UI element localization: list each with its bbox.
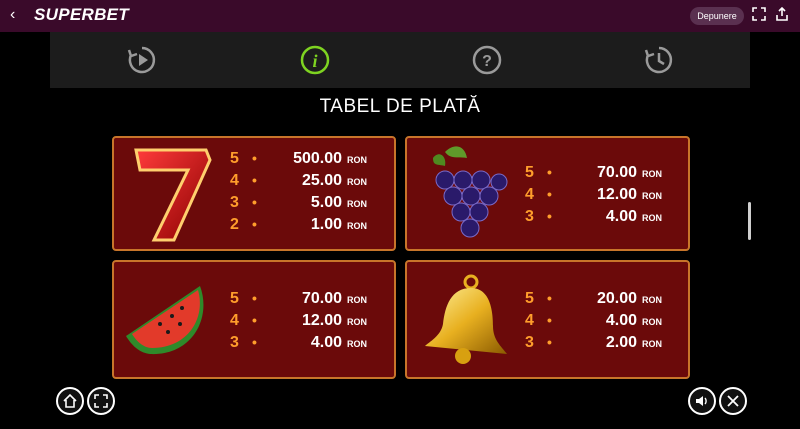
watermelon-icon [126, 286, 204, 355]
close-icon [727, 395, 739, 407]
payout-row: 5 • 500.00 RON [230, 150, 367, 167]
game-menu-bar: i ? [50, 32, 750, 88]
speaker-icon [696, 396, 707, 406]
home-icon [63, 393, 77, 408]
replay-icon[interactable] [126, 44, 158, 76]
paytable-title: TABEL DE PLATĂ [319, 96, 481, 117]
paytable-card-watermelon: 5 • 70.00 RON 4 • 12.00 RON 3 • 4.00 RON [112, 260, 396, 379]
info-icon[interactable]: i [299, 44, 331, 76]
scrollbar[interactable] [748, 202, 751, 240]
bullet: • [547, 208, 552, 224]
bullet: • [547, 334, 552, 350]
grapes-icon [433, 146, 508, 238]
bullet: • [547, 312, 552, 328]
bullet: • [252, 290, 257, 306]
payout-row: 4 • 12.00 RON [525, 186, 662, 203]
payout-row: 4 • 4.00 RON [525, 312, 662, 329]
expand-icon [94, 394, 108, 408]
fullscreen-icon[interactable] [750, 7, 768, 25]
paytable-card-grapes: 5 • 70.00 RON 4 • 12.00 RON 3 • 4.00 RON [405, 136, 690, 251]
payout-row: 3 • 4.00 RON [525, 208, 662, 225]
bullet: • [547, 186, 552, 202]
bullet: • [547, 164, 552, 180]
svg-text:?: ? [482, 53, 492, 70]
top-bar: ‹ SUPERBET Depunere [0, 0, 800, 32]
bullet: • [252, 150, 257, 166]
history-icon[interactable] [643, 44, 675, 76]
back-arrow-icon[interactable]: ‹ [10, 6, 15, 24]
close-button[interactable] [719, 387, 747, 415]
bullet: • [547, 290, 552, 306]
payout-row: 3 • 2.00 RON [525, 334, 662, 351]
payout-row: 3 • 5.00 RON [230, 194, 367, 211]
payout-row: 2 • 1.00 RON [230, 216, 367, 233]
payout-row: 4 • 12.00 RON [230, 312, 367, 329]
payout-row: 5 • 70.00 RON [525, 164, 662, 181]
bullet: • [252, 216, 257, 232]
svg-text:i: i [312, 51, 317, 71]
brand-logo[interactable]: SUPERBET [34, 5, 129, 25]
bell-icon [425, 274, 507, 364]
sound-button[interactable] [688, 387, 716, 415]
share-icon[interactable] [773, 6, 791, 25]
payout-row: 5 • 70.00 RON [230, 290, 367, 307]
payout-row: 4 • 25.00 RON [230, 172, 367, 189]
paytable-card-bell: 5 • 20.00 RON 4 • 4.00 RON 3 • 2.00 RON [405, 260, 690, 379]
home-button[interactable] [56, 387, 84, 415]
deposit-button[interactable]: Depunere [690, 7, 744, 25]
payout-row: 5 • 20.00 RON [525, 290, 662, 307]
help-icon[interactable]: ? [471, 44, 503, 76]
bullet: • [252, 172, 257, 188]
seven-icon [134, 148, 212, 242]
bullet: • [252, 334, 257, 350]
fullscreen-button[interactable] [87, 387, 115, 415]
bullet: • [252, 312, 257, 328]
paytable-card-seven: 5 • 500.00 RON 4 • 25.00 RON 3 • 5.00 RON 2 • 1.00 R… [112, 136, 396, 251]
bullet: • [252, 194, 257, 210]
payout-row: 3 • 4.00 RON [230, 334, 367, 351]
